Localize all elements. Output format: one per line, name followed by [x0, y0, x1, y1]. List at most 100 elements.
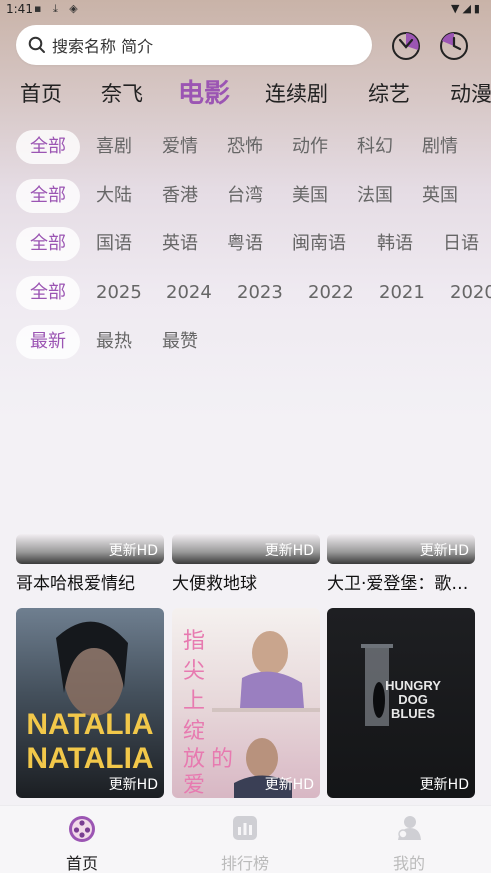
filter-chip[interactable]: 2025	[96, 276, 142, 310]
filter-row-region: 全部 大陆 香港 台湾 美国 法国 英国	[0, 179, 491, 213]
filter-chip[interactable]: 恐怖	[227, 130, 263, 164]
movie-poster: 指 尖 上 绽 放 的 爱 更新HD	[172, 608, 320, 798]
poster-art: NATALIA NATALIA	[26, 621, 154, 775]
tab-home[interactable]: 首页	[20, 72, 62, 116]
status-bar: 1:41 ▪ ⤓ ◈ ▼◢▮	[0, 0, 491, 20]
filter-chip[interactable]: 闽南语	[292, 227, 346, 261]
notification-icons: ▪ ⤓ ◈	[34, 2, 82, 15]
poster-title-line3: BLUES	[391, 706, 435, 721]
sort-chip-selected[interactable]: 最新	[16, 325, 80, 359]
filter-chip[interactable]: 英国	[422, 179, 458, 213]
tab-anime[interactable]: 动漫	[450, 72, 491, 116]
poster-title-char: 尖	[183, 659, 205, 684]
filter-chip[interactable]: 科幻	[357, 130, 393, 164]
filter-chip[interactable]: 日语	[443, 227, 479, 261]
poster-title-char: 绽	[183, 719, 205, 744]
bottom-navigation: 首页 排行榜 我的	[0, 805, 491, 873]
status-time: 1:41	[6, 2, 33, 16]
update-badge: 更新HD	[264, 543, 314, 559]
poster-title-char: 爱	[183, 773, 205, 798]
tab-netflix[interactable]: 奈飞	[101, 72, 143, 116]
poster-title-char: 的	[211, 747, 233, 772]
filter-chip[interactable]: 法国	[357, 179, 393, 213]
filter-chip[interactable]: 2023	[237, 276, 283, 310]
film-reel-icon	[69, 816, 95, 842]
filter-chip-selected[interactable]: 全部	[16, 276, 80, 310]
update-badge: 更新HD	[419, 777, 469, 793]
poster-title-vertical: 指	[183, 629, 205, 654]
movie-card[interactable]: HUNGRY DOG BLUES 更新HD	[327, 608, 475, 798]
movie-title: 大卫·爱登堡：歌…	[327, 574, 469, 594]
filter-row-year: 全部 2025 2024 2023 2022 2021 2020	[0, 276, 491, 310]
nav-profile-label: 我的	[392, 854, 425, 873]
poster-title-line1: NATALIA	[26, 708, 153, 741]
nav-ranking[interactable]: 排行榜	[195, 806, 295, 873]
filter-chip[interactable]: 国语	[96, 227, 132, 261]
tab-movie[interactable]: 电影	[178, 72, 230, 116]
tab-variety[interactable]: 综艺	[368, 72, 410, 116]
filter-chip[interactable]: 粤语	[227, 227, 263, 261]
filter-chip[interactable]: 台湾	[227, 179, 263, 213]
filter-chip[interactable]: 大陆	[96, 179, 132, 213]
movie-title: 哥本哈根爱情纪	[16, 574, 135, 594]
user-icon	[398, 816, 421, 840]
movie-poster: 更新HD	[172, 534, 320, 564]
movie-poster: 更新HD	[16, 534, 164, 564]
filter-row-genre: 全部 喜剧 爱情 恐怖 动作 科幻 剧情	[0, 130, 491, 164]
poster-title-line2: NATALIA	[26, 742, 153, 775]
sort-chip[interactable]: 最热	[96, 325, 132, 359]
movie-poster: NATALIA NATALIA 更新HD	[16, 608, 164, 798]
filter-chip[interactable]: 英语	[162, 227, 198, 261]
filter-chip[interactable]: 美国	[292, 179, 328, 213]
filter-chip-selected[interactable]: 全部	[16, 130, 80, 164]
history-icon	[440, 32, 468, 60]
sort-chip[interactable]: 最赞	[162, 325, 198, 359]
filter-chip[interactable]: 韩语	[377, 227, 413, 261]
filter-row-language: 全部 国语 英语 粤语 闽南语 韩语 日语	[0, 227, 491, 261]
nav-ranking-label: 排行榜	[220, 854, 269, 873]
filter-chip[interactable]: 香港	[162, 179, 198, 213]
movie-card[interactable]: NATALIA NATALIA 更新HD	[16, 608, 164, 798]
chart-icon	[233, 816, 257, 840]
filter-chip[interactable]: 喜剧	[96, 130, 132, 164]
download-button[interactable]	[388, 27, 424, 63]
filter-chip[interactable]: 动作	[292, 130, 328, 164]
poster-title-char: 放	[183, 747, 205, 772]
filter-chip-selected[interactable]: 全部	[16, 227, 80, 261]
update-badge: 更新HD	[108, 543, 158, 559]
filter-chip[interactable]: 剧情	[422, 130, 458, 164]
movie-poster: 更新HD	[327, 534, 475, 564]
filter-chip[interactable]: 2024	[166, 276, 212, 310]
poster-title-line1: HUNGRY	[385, 678, 441, 693]
poster-art: HUNGRY DOG BLUES	[361, 644, 441, 726]
poster-art: 指 尖 上 绽 放 的 爱	[183, 629, 320, 798]
movie-card[interactable]: 指 尖 上 绽 放 的 爱 更新HD	[172, 608, 320, 798]
movie-card[interactable]: 更新HD 哥本哈根爱情纪	[16, 534, 164, 594]
movie-card[interactable]: 更新HD 大便救地球	[172, 534, 320, 594]
nav-profile[interactable]: 我的	[359, 806, 459, 873]
movie-poster: HUNGRY DOG BLUES 更新HD	[327, 608, 475, 798]
update-badge: 更新HD	[264, 777, 314, 793]
filter-chip[interactable]: 2021	[379, 276, 425, 310]
filter-chip[interactable]: 2022	[308, 276, 354, 310]
filter-chip-selected[interactable]: 全部	[16, 179, 80, 213]
poster-title-line2: DOG	[398, 692, 428, 707]
update-badge: 更新HD	[108, 777, 158, 793]
movie-card[interactable]: 更新HD 大卫·爱登堡：歌…	[327, 534, 475, 594]
filter-chip[interactable]: 爱情	[162, 130, 198, 164]
filter-row-sort: 最新 最热 最赞	[0, 325, 491, 359]
poster-title-char: 上	[183, 689, 205, 714]
nav-home[interactable]: 首页	[32, 806, 132, 873]
download-icon	[392, 32, 420, 60]
category-tabs: 首页 奈飞 电影 连续剧 综艺 动漫	[0, 72, 491, 116]
nav-home-label: 首页	[65, 854, 98, 873]
history-button[interactable]	[436, 27, 472, 63]
search-placeholder: 搜索名称 简介	[52, 37, 154, 56]
filter-chip[interactable]: 2020	[450, 276, 491, 310]
update-badge: 更新HD	[419, 543, 469, 559]
tab-series[interactable]: 连续剧	[265, 72, 328, 116]
system-icons: ▼◢▮	[451, 2, 483, 15]
search-icon	[28, 36, 45, 53]
movie-title: 大便救地球	[172, 574, 257, 594]
search-bar[interactable]: 搜索名称 简介	[16, 25, 372, 65]
